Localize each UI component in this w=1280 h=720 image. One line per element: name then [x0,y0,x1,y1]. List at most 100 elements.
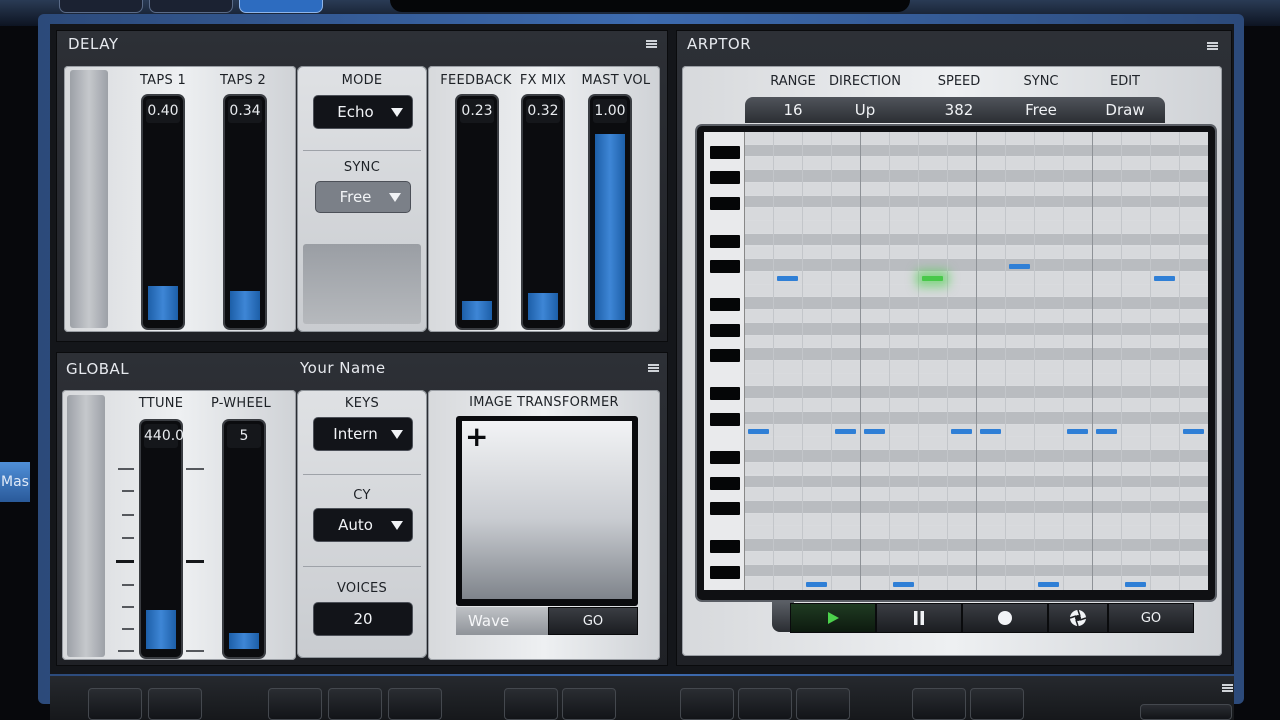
piano-black-key[interactable] [710,501,740,515]
note-step[interactable] [748,428,769,434]
piano-keyboard[interactable] [704,132,745,590]
arptor-menu-icon[interactable] [1207,42,1218,50]
piano-black-key[interactable] [710,298,740,312]
delay-menu-icon[interactable] [646,40,657,48]
bottom-slot-button[interactable] [970,688,1024,720]
scale-tick [116,560,134,563]
note-step[interactable] [777,276,798,282]
piano-black-key[interactable] [710,451,740,465]
play-button[interactable] [790,603,876,633]
cy-dropdown[interactable]: Auto [314,509,412,541]
record-button[interactable] [962,603,1048,633]
mastvol-fill [595,134,625,320]
pwheel-fader[interactable]: 5 [224,421,264,657]
bottom-slot-button[interactable] [268,688,322,720]
crosshair-icon[interactable]: + [465,420,488,454]
delay-display-pad[interactable] [303,244,421,324]
note-step[interactable] [806,581,827,587]
mode-dropdown[interactable]: Echo [314,96,412,128]
bottom-slot-button[interactable] [328,688,382,720]
keys-label: KEYS [344,396,380,411]
settings-button[interactable] [1048,603,1108,633]
global-scroll-strip[interactable] [67,395,105,657]
top-tab-2[interactable] [150,0,232,12]
taps1-fader[interactable]: 0.40 [143,96,183,328]
mode-label: MODE [341,73,383,88]
note-step[interactable] [1096,428,1117,434]
note-step[interactable] [951,428,972,434]
bottom-slot-button[interactable] [796,688,850,720]
note-step[interactable] [835,428,856,434]
grid-column-line [1092,132,1093,590]
bottom-selector[interactable] [1140,704,1232,720]
delay-scroll-strip[interactable] [70,70,108,328]
top-tab-3[interactable] [240,0,322,12]
bottom-slot-button[interactable] [738,688,792,720]
chevron-down-icon [391,107,403,117]
pause-button[interactable] [876,603,962,633]
keys-dropdown[interactable]: Intern [314,418,412,450]
bottom-slot-button[interactable] [388,688,442,720]
piano-black-key[interactable] [710,171,740,185]
divider [303,150,421,151]
piano-black-key[interactable] [710,476,740,490]
bottom-slot-button[interactable] [88,688,142,720]
note-step[interactable] [1154,276,1175,282]
bottom-slot-button[interactable] [148,688,202,720]
global-menu-icon[interactable] [648,364,659,372]
piano-black-key[interactable] [710,565,740,579]
note-step[interactable] [1067,428,1088,434]
feedback-label: FEEDBACK [440,73,512,88]
note-step[interactable] [893,581,914,587]
arptor-go-button[interactable]: GO [1108,603,1194,633]
bottom-slot-button[interactable] [562,688,616,720]
mastvol-fader[interactable]: 1.00 [590,96,630,328]
piano-black-key[interactable] [710,540,740,554]
note-step[interactable] [1183,428,1204,434]
piano-black-key[interactable] [710,323,740,337]
feedback-fader[interactable]: 0.23 [457,96,497,328]
fxmix-value: 0.32 [526,99,560,123]
piano-black-key[interactable] [710,196,740,210]
note-step[interactable] [1009,263,1030,269]
scale-tick [186,468,204,470]
preset-name: Your Name [300,359,386,377]
param-value-4[interactable]: Draw [1065,101,1185,119]
side-tab[interactable]: Mas [0,462,30,502]
mode-dropdown-value: Echo [337,103,374,121]
bottom-slot-button[interactable] [680,688,734,720]
grid-column-line [947,132,948,590]
piano-black-key[interactable] [710,387,740,401]
bottom-slot-button[interactable] [504,688,558,720]
voices-field[interactable]: 20 [314,603,412,635]
keys-dropdown-value: Intern [333,425,378,443]
bottom-slot-button[interactable] [912,688,966,720]
taps2-fader[interactable]: 0.34 [225,96,265,328]
scale-tick [122,606,134,608]
wave-dropdown[interactable]: Wave [456,607,548,635]
piano-black-key[interactable] [710,145,740,159]
fxmix-fader[interactable]: 0.32 [523,96,563,328]
note-step[interactable] [980,428,1001,434]
image-go-button[interactable]: GO [548,607,638,635]
piano-black-key[interactable] [710,412,740,426]
piano-black-key[interactable] [710,260,740,274]
fxmix-fill [528,293,558,320]
sync-dropdown[interactable]: Free [316,182,410,212]
feedback-value: 0.23 [460,99,494,123]
divider [303,474,421,475]
note-step[interactable] [1125,581,1146,587]
piano-black-key[interactable] [710,234,740,248]
piano-black-key[interactable] [710,349,740,363]
sync-label: SYNC [343,160,381,175]
note-step[interactable] [922,276,943,282]
piano-roll-grid[interactable] [704,132,1208,590]
grid-column-line [1063,132,1064,590]
chevron-down-icon [391,429,403,439]
ttune-fader[interactable]: 440.0 [141,421,184,657]
note-step[interactable] [1038,581,1059,587]
note-step[interactable] [864,428,885,434]
scale-tick [118,468,134,470]
bottom-menu-icon[interactable] [1222,684,1233,692]
top-tab-1[interactable] [60,0,142,12]
